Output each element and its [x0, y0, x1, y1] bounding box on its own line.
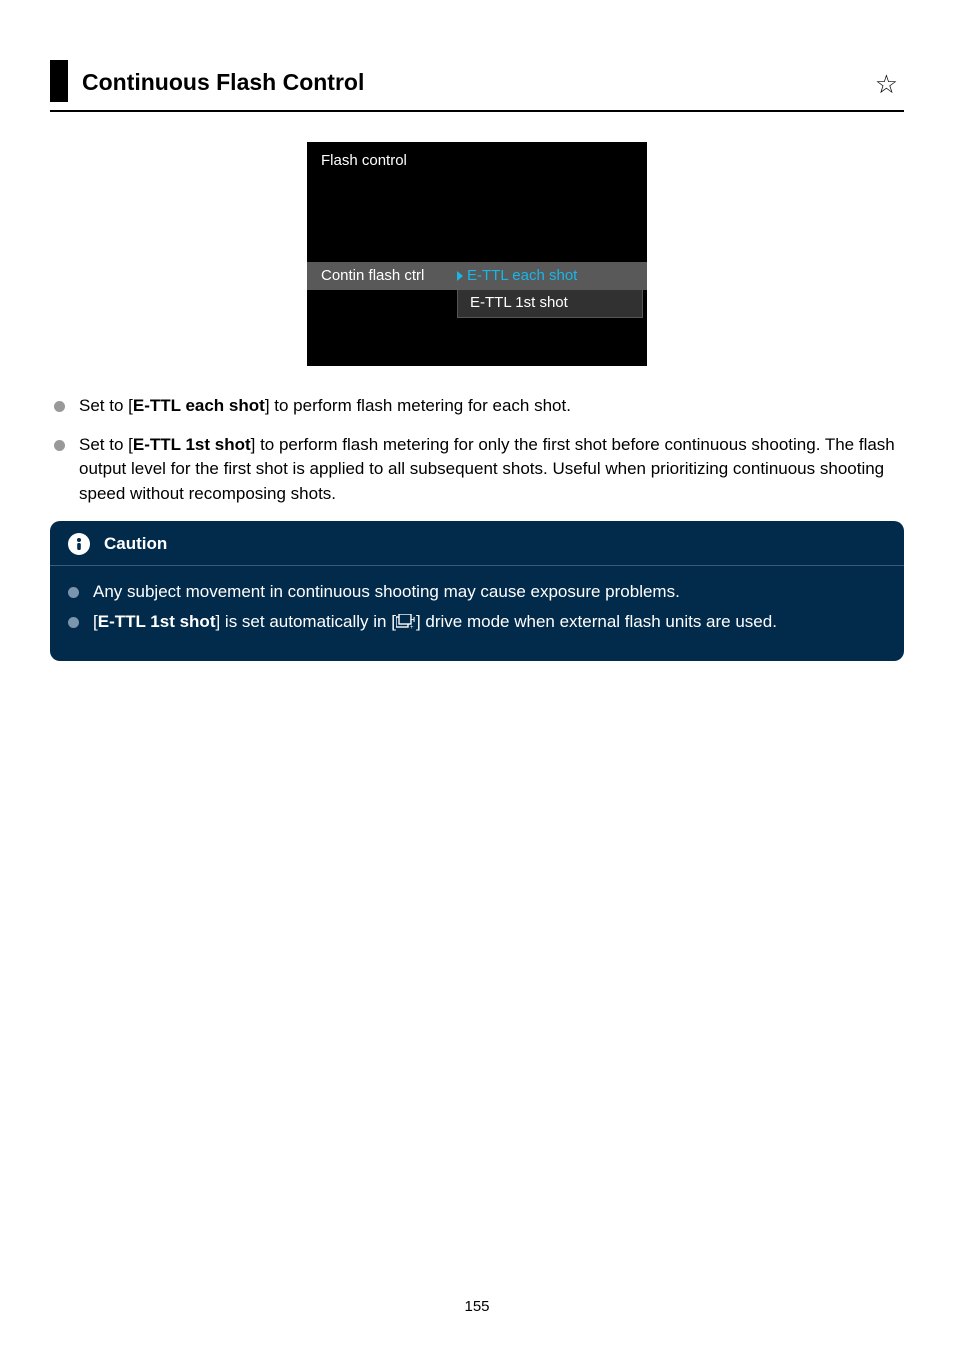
body-bullet-list: Set to [E-TTL each shot] to perform flas…: [50, 394, 904, 507]
heading-text: Continuous Flash Control: [82, 69, 875, 102]
list-item: Set to [E-TTL 1st shot] to perform flash…: [54, 433, 900, 507]
bullet-icon: [54, 440, 65, 451]
list-item: Set to [E-TTL each shot] to perform flas…: [54, 394, 900, 419]
page-number: 155: [0, 1298, 954, 1315]
screen-setting-row: Contin flash ctrl E-TTL each shot: [307, 262, 647, 290]
screen-option-selected-text: E-TTL each shot: [467, 262, 577, 290]
section-heading: Continuous Flash Control ☆: [50, 60, 904, 102]
list-item: Any subject movement in continuous shoot…: [68, 580, 886, 605]
bullet-icon: [68, 617, 79, 628]
svg-text:+: +: [410, 625, 414, 629]
caution-bullet-list: Any subject movement in continuous shoot…: [50, 580, 904, 637]
bullet-icon: [54, 401, 65, 412]
caution-icon: [68, 533, 90, 555]
caution-title: Caution: [104, 534, 167, 554]
screen-setting-label: Contin flash ctrl: [307, 262, 457, 290]
star-icon: ☆: [875, 69, 904, 102]
screen-title: Flash control: [307, 142, 647, 175]
heading-bar: [50, 60, 68, 102]
list-item-text: Set to [E-TTL each shot] to perform flas…: [79, 394, 571, 419]
list-item-text: Set to [E-TTL 1st shot] to perform flash…: [79, 433, 900, 507]
device-screen: Flash control Contin flash ctrl E-TTL ea…: [307, 142, 647, 366]
list-item: [E-TTL 1st shot] is set automatically in…: [68, 610, 886, 637]
device-screenshot: Flash control Contin flash ctrl E-TTL ea…: [50, 142, 904, 366]
screen-option-selected: E-TTL each shot: [457, 262, 647, 290]
list-item-text: [E-TTL 1st shot] is set automatically in…: [93, 610, 777, 637]
svg-text:H: H: [410, 617, 415, 624]
caution-box: Caution Any subject movement in continuo…: [50, 521, 904, 661]
screen-option-other: E-TTL 1st shot: [457, 290, 643, 318]
caution-header: Caution: [50, 521, 904, 566]
list-item-text: Any subject movement in continuous shoot…: [93, 580, 680, 605]
drive-mode-icon: H+: [396, 612, 416, 637]
triangle-right-icon: [457, 271, 463, 281]
bullet-icon: [68, 587, 79, 598]
heading-underline: [50, 110, 904, 112]
